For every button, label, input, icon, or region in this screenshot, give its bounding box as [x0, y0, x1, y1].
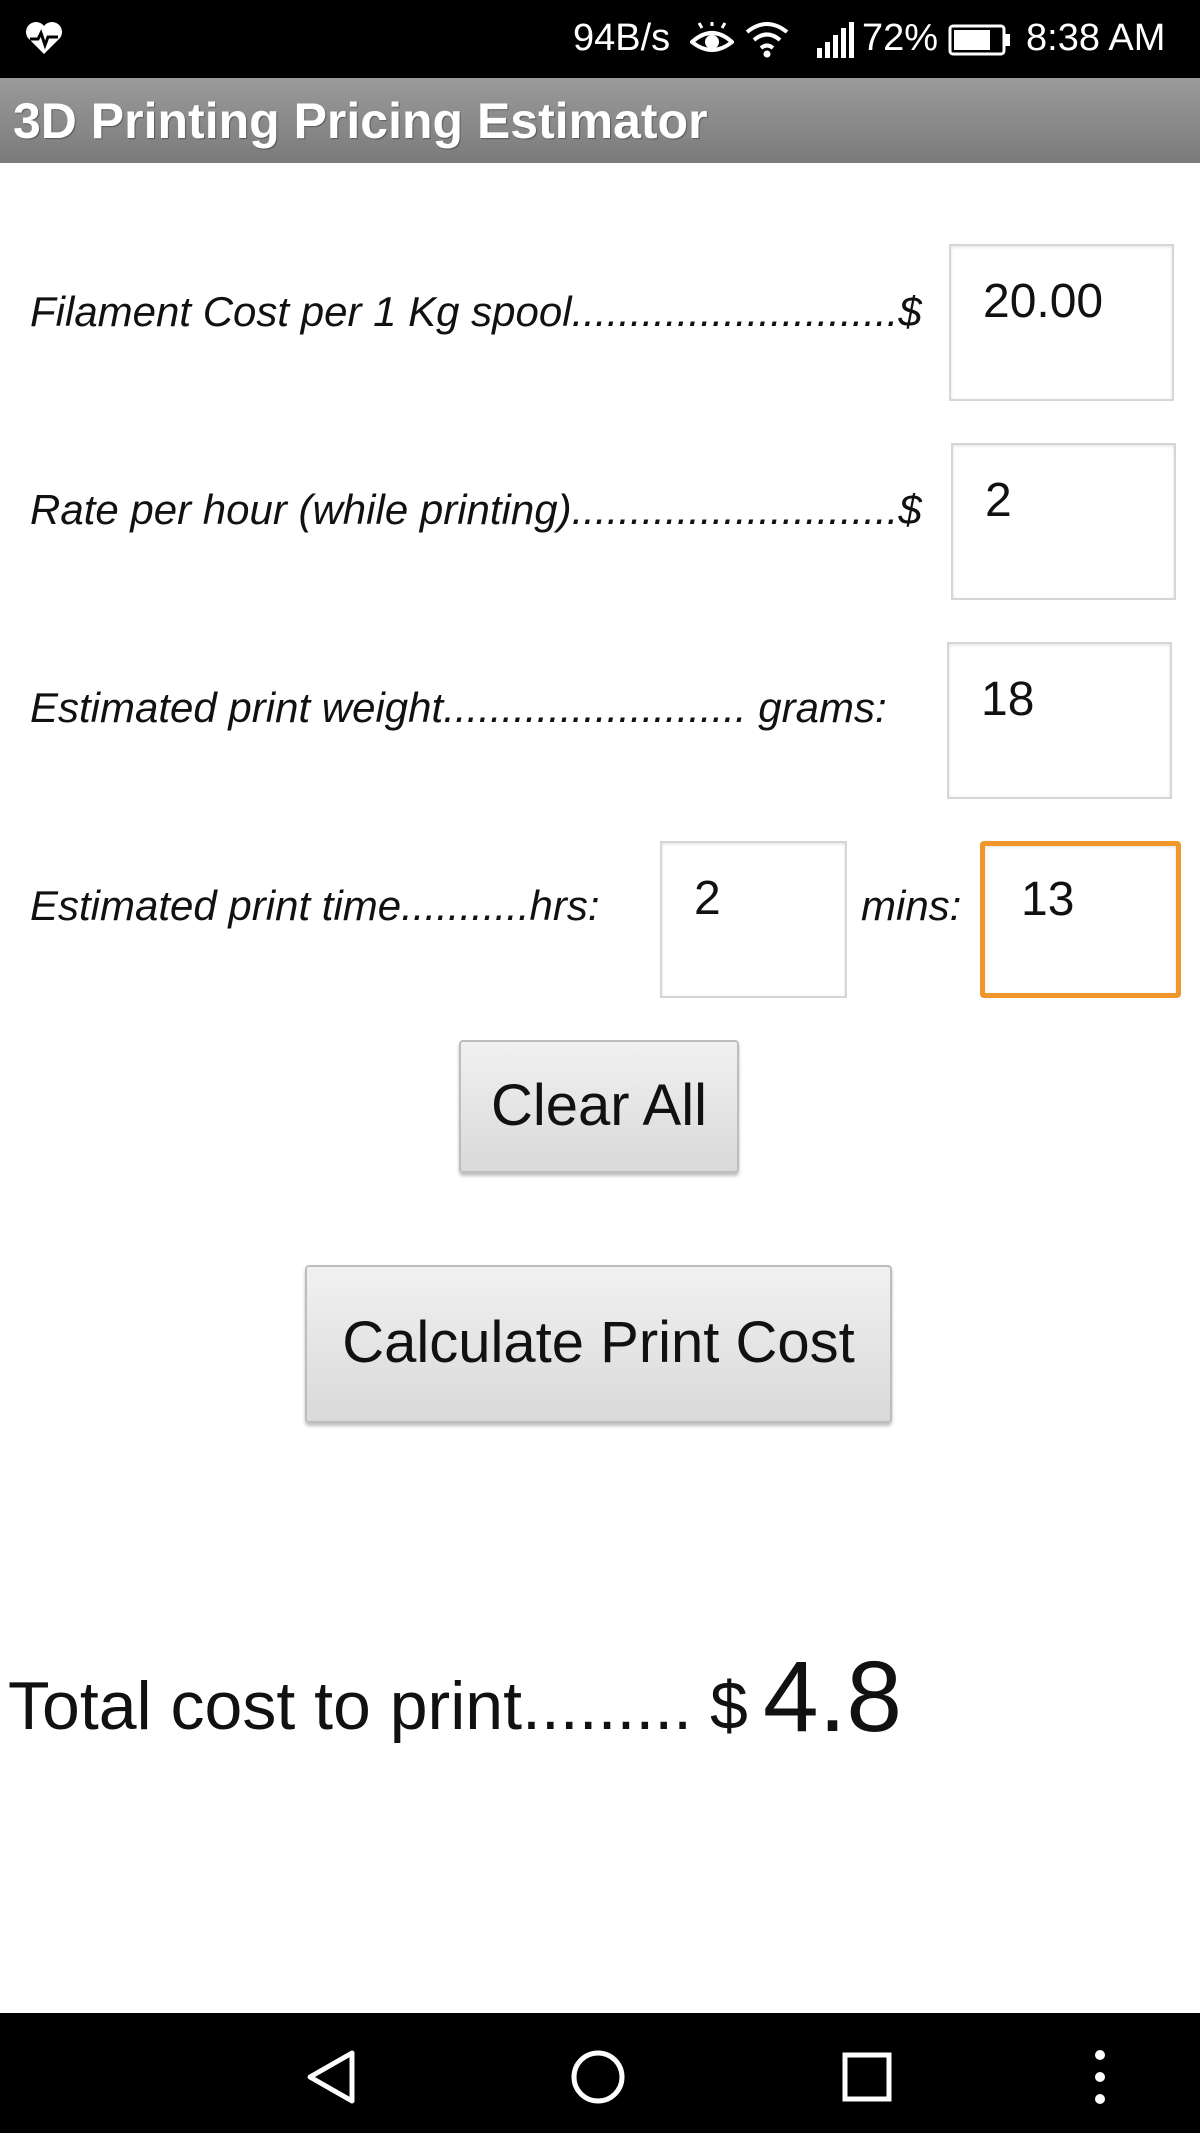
status-bar: 94B/s 72% 8:38 AM: [0, 0, 1200, 78]
more-icon[interactable]: [1090, 2047, 1110, 2107]
rate-per-hour-input[interactable]: 2: [951, 443, 1176, 600]
total-cost-currency: $: [710, 1668, 748, 1744]
total-cost-label: Total cost to print.........: [8, 1668, 693, 1744]
wifi-icon: [745, 22, 789, 58]
signal-icon: [817, 22, 854, 58]
battery-icon: [948, 24, 1010, 56]
back-icon[interactable]: [304, 2049, 358, 2105]
print-mins-input[interactable]: 13: [980, 841, 1181, 998]
print-weight-label: Estimated print weight..................…: [30, 684, 887, 731]
rate-per-hour-label: Rate per hour (while printing)..........…: [30, 486, 922, 533]
print-hours-input[interactable]: 2: [660, 841, 847, 998]
app-bar: 3D Printing Pricing Estimator: [0, 78, 1200, 163]
clear-all-button[interactable]: Clear All: [459, 1040, 739, 1173]
filament-cost-input[interactable]: 20.00: [949, 244, 1174, 401]
app-title: 3D Printing Pricing Estimator: [13, 93, 708, 149]
print-weight-input[interactable]: 18: [947, 642, 1172, 799]
print-time-mins-label: mins:: [861, 882, 962, 929]
recents-icon[interactable]: [841, 2051, 893, 2103]
navigation-bar: [0, 2013, 1200, 2133]
clock: 8:38 AM: [1026, 17, 1166, 59]
total-cost-value: 4.8: [763, 1641, 903, 1753]
calculate-print-cost-button[interactable]: Calculate Print Cost: [305, 1265, 892, 1423]
filament-cost-label: Filament Cost per 1 Kg spool............…: [30, 288, 922, 335]
battery-percent: 72%: [862, 17, 939, 59]
home-icon[interactable]: [570, 2049, 626, 2105]
network-speed: 94B/s: [573, 17, 671, 59]
print-time-hrs-label: Estimated print time...........hrs:: [30, 882, 600, 929]
heart-monitor-icon: [26, 22, 62, 54]
eye-icon: [690, 22, 734, 52]
